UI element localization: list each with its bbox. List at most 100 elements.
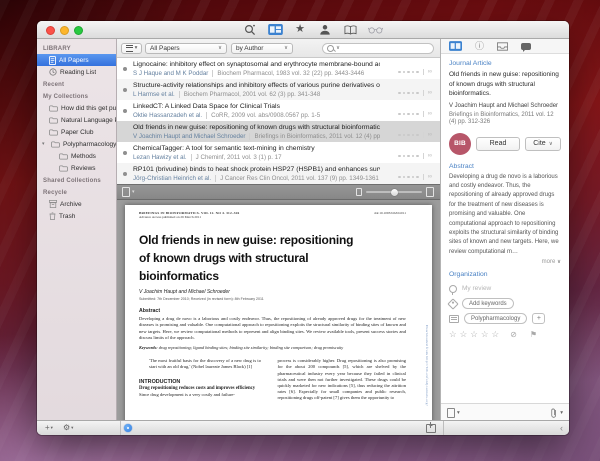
rating-dots[interactable]: ∞ — [398, 132, 432, 138]
share-button[interactable] — [426, 422, 436, 433]
tab-overview-icon[interactable] — [449, 41, 462, 51]
details-authors[interactable]: V Joachim Haupt and Michael Schroeder — [449, 103, 561, 109]
zoom-out-page-icon[interactable] — [356, 188, 362, 196]
keyword-tag-icon — [447, 297, 459, 310]
folder-icon — [49, 104, 58, 112]
chevron-down-icon: ▾ — [457, 409, 460, 416]
paper-row[interactable]: ChemicalTagger: A tool for semantic text… — [117, 142, 440, 163]
sidebar-item-reading-list[interactable]: Reading List — [37, 66, 116, 78]
sidebar-item-all-papers[interactable]: All Papers — [37, 54, 116, 66]
sidebar-item-archive[interactable]: Archive — [37, 198, 116, 210]
add-collection-button[interactable]: + — [532, 313, 546, 325]
add-collection-menu[interactable]: + ▾ — [45, 424, 53, 432]
paper-row[interactable]: RP101 (brivudine) binds to heat shock pr… — [117, 163, 440, 184]
note-page-icon — [447, 407, 455, 418]
pdf-doi: doi:10.1093/bib/bbr011 — [374, 211, 406, 215]
rating-star-icon[interactable]: ☆ — [460, 330, 468, 339]
my-collections-section-label: My Collections — [43, 94, 89, 100]
details-tab-bar: ⓘ — [441, 39, 569, 54]
exclude-circle-icon[interactable]: ⊘ — [510, 330, 517, 339]
rating-dots[interactable]: ∞ — [398, 153, 432, 159]
recycle-section-label: Recycle — [43, 190, 68, 196]
abstract-heading: Abstract — [449, 162, 474, 170]
flag-icon[interactable]: ⚑ — [530, 330, 537, 339]
pdf-indicator-icon: ∞ — [427, 153, 432, 159]
rating-star-icon[interactable]: ☆ — [470, 330, 478, 339]
tab-inbox-icon[interactable] — [497, 41, 508, 51]
pdf-abstract-heading: Abstract — [139, 308, 161, 315]
paper-row[interactable]: LinkedCT: A Linked Data Space for Clinic… — [117, 100, 440, 121]
bib-badge[interactable]: BIB — [449, 132, 471, 155]
authors-person-icon[interactable] — [317, 23, 333, 36]
sidebar-item-trash[interactable]: Trash — [37, 210, 116, 222]
sidebar: LIBRARY All Papers Reading List Recent M… — [37, 39, 117, 421]
pdf-viewer[interactable]: BRIEFINGS IN BIOINFORMATICS. VOL 12. NO … — [117, 200, 440, 421]
folder-icon — [49, 128, 58, 136]
rating-star-icon[interactable]: ☆ — [449, 330, 457, 339]
sidebar-item-subcollection[interactable]: Methods — [37, 150, 116, 162]
close-button[interactable] — [46, 26, 55, 35]
pdf-column-left: 'The most fruitful basis for the discove… — [139, 358, 261, 397]
cite-button[interactable]: Cite ∨ — [525, 136, 561, 151]
reading-glasses-icon[interactable] — [367, 23, 383, 36]
rating-dots[interactable]: ∞ — [398, 174, 432, 180]
sidebar-item-collection[interactable]: ▾ Polypharmacology — [37, 138, 116, 150]
favorites-star-icon[interactable]: ★ — [292, 23, 308, 36]
list-search-field[interactable]: ∨ — [322, 42, 434, 54]
paper-row[interactable]: Lignocaine: inhibitory effect on synapto… — [117, 58, 440, 79]
sidebar-item-collection[interactable]: Natural Language Proce… — [37, 114, 116, 126]
publication-type-label[interactable]: Journal Article — [449, 60, 561, 67]
add-keywords-button[interactable]: Add keywords — [462, 298, 514, 310]
rating-star-icon[interactable]: ☆ — [492, 330, 500, 339]
pdf-page[interactable]: BRIEFINGS IN BIOINFORMATICS. VOL 12. NO … — [125, 205, 432, 421]
zoom-button[interactable] — [74, 26, 83, 35]
read-button[interactable]: Read — [476, 136, 520, 151]
tab-info-icon[interactable]: ⓘ — [475, 41, 484, 51]
sidebar-item-collection[interactable]: How did this get published? — [37, 102, 116, 114]
search-input[interactable] — [342, 45, 429, 51]
rating-dots[interactable]: ∞ — [398, 90, 432, 96]
disclosure-triangle-icon[interactable]: ▾ — [42, 141, 48, 147]
rating-dots[interactable]: ∞ — [398, 69, 432, 75]
shared-collections-section-label: Shared Collections — [43, 178, 101, 184]
scope-dropdown[interactable]: All Papers ∨ — [145, 42, 227, 54]
sidebar-item-collection[interactable]: Paper Club — [37, 126, 116, 138]
toolbar: ★ — [242, 21, 383, 38]
chevron-down-icon: ▾ — [50, 424, 53, 430]
sources-book-icon[interactable] — [342, 23, 358, 36]
chevron-down-icon: ∨ — [556, 259, 561, 266]
sort-dropdown[interactable]: by Author ∨ — [231, 42, 293, 54]
pdf-keywords: Keywords: drug repositioning; ligand bin… — [139, 345, 344, 351]
minimize-button[interactable] — [60, 26, 69, 35]
rating-dots[interactable]: ∞ — [398, 111, 432, 117]
collection-tag[interactable]: Polypharmacology — [464, 313, 528, 325]
chevron-down-icon: ▾ — [560, 409, 563, 416]
paper-row-selected[interactable]: Old friends in new guise: repositioning … — [117, 121, 440, 142]
rating-star-icon[interactable]: ☆ — [481, 330, 489, 339]
titlebar[interactable]: ★ — [37, 21, 569, 39]
sidebar-item-subcollection[interactable]: Reviews — [37, 162, 116, 174]
zoom-in-page-icon[interactable] — [426, 187, 434, 197]
chevron-down-icon: ∨ — [336, 45, 341, 51]
page-layout-dropdown[interactable]: ▾ — [122, 187, 135, 197]
my-review-field[interactable]: My review — [449, 281, 561, 296]
library-section-label: LIBRARY — [43, 46, 71, 52]
paper-row[interactable]: Structure-activity relationships and inh… — [117, 79, 440, 100]
settings-gear-menu[interactable]: ⚙ ▾ — [63, 424, 73, 432]
window-controls — [46, 26, 83, 35]
sync-status-icon[interactable] — [124, 424, 132, 432]
search-icon[interactable] — [242, 23, 258, 36]
view-mode-button[interactable]: ▾ — [121, 42, 142, 54]
collapse-panel-chevron[interactable]: ‹ — [560, 422, 563, 434]
library-view-icon[interactable] — [267, 23, 283, 36]
pdf-abstract-text: Developing a drug de novo is a laborious… — [139, 315, 406, 340]
chevron-down-icon: ▾ — [132, 189, 135, 195]
add-note-button[interactable]: ▾ — [447, 407, 460, 418]
attach-file-button[interactable]: ▾ — [550, 407, 563, 419]
tab-comments-icon[interactable] — [521, 42, 532, 52]
abstract-more-link[interactable]: more ∨ — [449, 259, 561, 265]
zoom-slider-thumb[interactable] — [391, 188, 399, 196]
zoom-slider[interactable] — [366, 188, 422, 196]
details-footer-bar: ▾ ▾ — [441, 403, 569, 421]
pdf-title: Old friends in new guise: repositioning … — [139, 233, 354, 284]
